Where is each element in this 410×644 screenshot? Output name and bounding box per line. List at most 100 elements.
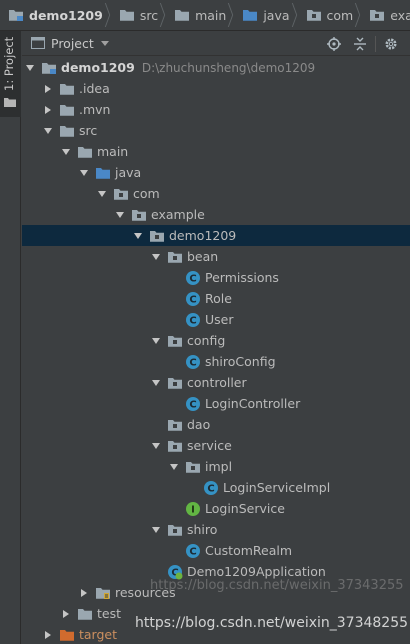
tree-row[interactable]: .mvn bbox=[22, 99, 410, 120]
tree-row[interactable]: config bbox=[22, 330, 410, 351]
tree-row-label: dao bbox=[187, 417, 211, 432]
tree-row[interactable]: C Role bbox=[22, 288, 410, 309]
breadcrumb-item[interactable]: example bbox=[369, 0, 410, 30]
expand-arrow-down-icon[interactable] bbox=[114, 204, 126, 225]
locate-button[interactable] bbox=[321, 31, 347, 56]
breadcrumb-item[interactable]: main bbox=[174, 0, 242, 30]
class-icon: C bbox=[185, 312, 201, 328]
svg-text:I: I bbox=[191, 504, 195, 515]
project-tree[interactable]: demo1209 D:\zhuchunsheng\demo1209 .idea .mv… bbox=[22, 57, 410, 644]
tree-row[interactable]: I LoginService bbox=[22, 498, 410, 519]
expand-arrow-down-icon[interactable] bbox=[150, 435, 162, 456]
breadcrumb-separator bbox=[107, 0, 115, 30]
package-icon bbox=[167, 375, 183, 391]
expand-arrow-right-icon[interactable] bbox=[78, 582, 90, 603]
tree-row-label: target bbox=[79, 627, 118, 642]
tree-row[interactable]: bean bbox=[22, 246, 410, 267]
package-icon bbox=[167, 249, 183, 265]
breadcrumb-label: src bbox=[139, 7, 159, 23]
collapse-all-button[interactable] bbox=[347, 31, 373, 56]
tree-row-label: impl bbox=[205, 459, 233, 474]
expand-arrow-down-icon[interactable] bbox=[150, 372, 162, 393]
breadcrumb-item[interactable]: java bbox=[242, 0, 305, 30]
expand-arrow-down-icon[interactable] bbox=[150, 519, 162, 540]
expand-arrow-down-icon[interactable] bbox=[42, 120, 54, 141]
breadcrumb-item[interactable]: demo1209 bbox=[8, 0, 119, 30]
tree-row[interactable]: C CustomRealm bbox=[22, 540, 410, 561]
tool-window-strip: 1: Project bbox=[0, 31, 21, 644]
expand-arrow-right-icon[interactable] bbox=[42, 99, 54, 120]
breadcrumb-label: com bbox=[326, 7, 354, 23]
tree-row-label: shiro bbox=[187, 522, 218, 537]
expand-arrow-down-icon[interactable] bbox=[96, 183, 108, 204]
package-icon bbox=[167, 417, 183, 433]
tree-row-label: src bbox=[79, 123, 98, 138]
expand-arrow-down-icon[interactable] bbox=[150, 330, 162, 351]
tree-row[interactable]: service bbox=[22, 435, 410, 456]
folder-icon bbox=[59, 102, 75, 118]
tree-row[interactable]: shiro bbox=[22, 519, 410, 540]
package-icon bbox=[369, 7, 385, 23]
settings-icon bbox=[385, 38, 397, 49]
tree-row-label: Permissions bbox=[205, 270, 279, 285]
breadcrumb-label: demo1209 bbox=[29, 7, 103, 23]
project-tool-tab[interactable]: 1: Project bbox=[0, 31, 21, 117]
expand-arrow-down-icon[interactable] bbox=[132, 225, 144, 246]
package-icon bbox=[167, 522, 183, 538]
class-icon: C bbox=[185, 354, 201, 370]
tree-row[interactable]: demo1209 D:\zhuchunsheng\demo1209 bbox=[22, 57, 410, 78]
tree-row-label: config bbox=[187, 333, 226, 348]
folder-icon bbox=[77, 144, 93, 160]
class-icon: C bbox=[185, 543, 201, 559]
source-folder-icon bbox=[95, 165, 111, 181]
expand-arrow-down-icon[interactable] bbox=[168, 456, 180, 477]
tree-row-label: bean bbox=[187, 249, 219, 264]
chevron-down-icon[interactable] bbox=[100, 40, 109, 46]
tree-row[interactable]: .idea bbox=[22, 78, 410, 99]
tree-row[interactable]: C User bbox=[22, 309, 410, 330]
expand-arrow-down-icon[interactable] bbox=[24, 57, 36, 78]
package-icon bbox=[149, 228, 165, 244]
breadcrumb-item[interactable]: com bbox=[306, 0, 370, 30]
package-icon bbox=[306, 7, 322, 23]
tree-row[interactable]: C Permissions bbox=[22, 267, 410, 288]
project-folder-icon bbox=[41, 60, 57, 76]
expand-arrow-down-icon[interactable] bbox=[60, 141, 72, 162]
package-icon bbox=[167, 333, 183, 349]
breadcrumb-item[interactable]: src bbox=[119, 0, 174, 30]
expand-arrow-right-icon[interactable] bbox=[42, 624, 54, 644]
svg-text:C: C bbox=[207, 483, 214, 494]
source-folder-icon bbox=[242, 7, 258, 23]
breadcrumb-separator bbox=[162, 0, 170, 30]
settings-button[interactable] bbox=[378, 31, 404, 56]
tree-row[interactable]: src bbox=[22, 120, 410, 141]
expand-arrow-right-icon[interactable] bbox=[42, 78, 54, 99]
tree-row[interactable]: com bbox=[22, 183, 410, 204]
tree-row[interactable]: example bbox=[22, 204, 410, 225]
folder-icon bbox=[59, 123, 75, 139]
tree-row[interactable]: C LoginServiceImpl bbox=[22, 477, 410, 498]
tree-row[interactable]: demo1209 bbox=[22, 225, 410, 246]
svg-text:C: C bbox=[189, 546, 196, 557]
tree-row[interactable]: C LoginController bbox=[22, 393, 410, 414]
tree-row[interactable]: CshiroConfig bbox=[22, 351, 410, 372]
expand-arrow-down-icon[interactable] bbox=[78, 162, 90, 183]
tree-row-label: LoginService bbox=[205, 501, 285, 516]
tree-row[interactable]: controller bbox=[22, 372, 410, 393]
tree-row[interactable]: dao bbox=[22, 414, 410, 435]
tree-row-label: .mvn bbox=[79, 102, 111, 117]
excluded-folder-icon bbox=[59, 627, 75, 643]
expand-arrow-right-icon[interactable] bbox=[60, 603, 72, 624]
expand-arrow-down-icon[interactable] bbox=[150, 246, 162, 267]
tree-row-label: test bbox=[97, 606, 122, 621]
package-icon bbox=[167, 438, 183, 454]
breadcrumb-label: main bbox=[195, 7, 227, 23]
tree-row-label: shiroConfig bbox=[205, 354, 276, 369]
tree-row[interactable]: impl bbox=[22, 456, 410, 477]
tree-row[interactable]: main bbox=[22, 141, 410, 162]
breadcrumb-separator bbox=[357, 0, 365, 30]
breadcrumb: demo1209 src main java com example bbox=[0, 0, 410, 31]
folder-icon bbox=[77, 606, 93, 622]
folder-icon bbox=[4, 98, 16, 107]
tree-row[interactable]: java bbox=[22, 162, 410, 183]
